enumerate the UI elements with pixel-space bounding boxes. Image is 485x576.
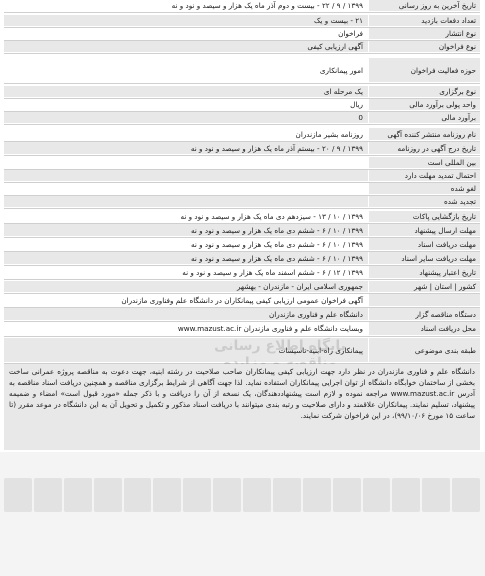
field-row: نوع انتشار فراخوان	[4, 28, 480, 39]
field-row: تاریخ بازگشایی پاکات ۱۳۹۹ / ۱۰ / ۱۳ - سیز…	[4, 211, 480, 222]
field-label: برآورد مالی	[368, 112, 480, 123]
field-row: حوزه فعالیت فراخوان امور پیمانکاری	[4, 58, 480, 82]
field-value	[4, 157, 368, 168]
field-label: حوزه فعالیت فراخوان	[368, 58, 480, 82]
field-row: برآورد مالی 0	[4, 112, 480, 123]
field-value: فراخوان	[4, 28, 368, 39]
field-row: طبقه بندی موضوعی پیمانکاری راه-ابنیه-تاسی…	[4, 338, 480, 362]
field-value: ۱۳۹۹ / ۱۲ / ۶ - ششم اسفند ماه یک هزار و …	[4, 266, 368, 278]
blurred-thumbnails	[4, 478, 480, 512]
field-row: لغو شده	[4, 183, 480, 194]
field-value: روزنامه بشیر مازندران	[4, 128, 368, 140]
field-value: امور پیمانکاری	[4, 58, 368, 82]
field-row: تاریخ اعتبار پیشنهاد ۱۳۹۹ / ۱۲ / ۶ - ششم …	[4, 266, 480, 278]
field-label: طبقه بندی موضوعی	[368, 338, 480, 362]
row-divider	[4, 83, 480, 84]
field-value: پیمانکاری راه-ابنیه-تاسیسات	[4, 338, 368, 362]
row-divider	[4, 279, 480, 280]
field-label: نوع انتشار	[368, 28, 480, 39]
field-label: تاریخ اعتبار پیشنهاد	[368, 266, 480, 278]
field-row: آگهی فراخوان عمومی ارزیابی کیفی پیمانکار…	[4, 294, 480, 306]
field-value: آگهی فراخوان عمومی ارزیابی کیفی پیمانکار…	[4, 294, 368, 306]
field-value: جمهوری اسلامی ایران - مازندران - بهشهر	[4, 281, 368, 292]
row-divider	[4, 53, 480, 54]
field-row: تاریخ آخرین به روز رسانی ۱۳۹۹ / ۹ / ۲۲ - …	[4, 0, 480, 11]
row-divider	[4, 208, 480, 209]
field-label	[368, 294, 480, 306]
field-value: ۲۱ - بیست و یک	[4, 15, 368, 26]
field-label: تجدید شده	[368, 196, 480, 207]
field-row: مهلت ارسال پیشنهاد ۱۳۹۹ / ۱۰ / ۶ - ششم دی…	[4, 224, 480, 236]
field-label: مهلت دریافت اسناد	[368, 238, 480, 250]
field-value: ۱۳۹۹ / ۱۰ / ۶ - ششم دی ماه یک هزار و سیص…	[4, 224, 368, 236]
field-row: واحد پولی برآورد مالی ریال	[4, 99, 480, 110]
field-row: تعداد دفعات بازدید ۲۱ - بیست و یک	[4, 15, 480, 26]
field-row: مهلت دریافت اسناد ۱۳۹۹ / ۱۰ / ۶ - ششم دی …	[4, 238, 480, 250]
field-label: تاریخ بازگشایی پاکات	[368, 211, 480, 222]
field-value: ۱۳۹۹ / ۱۰ / ۶ - ششم دی ماه یک هزار و سیص…	[4, 252, 368, 264]
field-value: یک مرحله ای	[4, 86, 368, 97]
field-row: نوع فراخوان آگهی ارزیابی کیفی	[4, 41, 480, 52]
field-row: تاریخ درج آگهی در روزنامه ۱۳۹۹ / ۹ / ۲۰ -…	[4, 142, 480, 154]
field-row: احتمال تمدید مهلت دارد	[4, 170, 480, 181]
field-label: دستگاه مناقصه گزار	[368, 308, 480, 320]
field-value: ۱۳۹۹ / ۹ / ۲۲ - بیست و دوم آذر ماه یک هز…	[4, 0, 368, 11]
field-value	[4, 170, 368, 181]
tender-description: دانشگاه علم و فناوری مازندران در نظر دار…	[4, 364, 480, 450]
field-row: کشور | استان | شهر جمهوری اسلامی ایران - …	[4, 281, 480, 292]
field-value: ریال	[4, 99, 368, 110]
row-divider	[4, 155, 480, 156]
field-label: بین المللی است	[368, 157, 480, 168]
row-divider	[4, 12, 480, 13]
field-label: واحد پولی برآورد مالی	[368, 99, 480, 110]
field-row: نوع برگزاری یک مرحله ای	[4, 86, 480, 97]
field-row: نام روزنامه منتشر کننده آگهی روزنامه بشیر…	[4, 128, 480, 140]
field-value: آگهی ارزیابی کیفی	[4, 41, 368, 52]
field-value	[4, 183, 368, 194]
field-label: نام روزنامه منتشر کننده آگهی	[368, 128, 480, 140]
field-label: تعداد دفعات بازدید	[368, 15, 480, 26]
row-divider	[4, 336, 480, 337]
field-label: نوع فراخوان	[368, 41, 480, 52]
field-label: مهلت دریافت سایر اسناد	[368, 252, 480, 264]
field-row: محل دریافت اسناد وبسایت دانشگاه علم و فنا…	[4, 322, 480, 335]
field-row: تجدید شده	[4, 196, 480, 207]
bottom-blurred-area	[0, 452, 485, 576]
field-label: تاریخ آخرین به روز رسانی	[368, 0, 480, 11]
field-label: محل دریافت اسناد	[368, 322, 480, 335]
field-label: مهلت ارسال پیشنهاد	[368, 224, 480, 236]
field-value: ۱۳۹۹ / ۱۰ / ۶ - ششم دی ماه یک هزار و سیص…	[4, 238, 368, 250]
field-value: دانشگاه علم و فناوری مازندران	[4, 308, 368, 320]
field-value: 0	[4, 112, 368, 123]
field-row: بین المللی است	[4, 157, 480, 168]
field-row: دستگاه مناقصه گزار دانشگاه علم و فناوری م…	[4, 308, 480, 320]
row-divider	[4, 124, 480, 125]
field-value	[4, 196, 368, 207]
field-row: مهلت دریافت سایر اسناد ۱۳۹۹ / ۱۰ / ۶ - شش…	[4, 252, 480, 264]
field-value: وبسایت دانشگاه علم و فناوری مازندران www…	[4, 322, 368, 335]
field-label: نوع برگزاری	[368, 86, 480, 97]
field-label: لغو شده	[368, 183, 480, 194]
field-value: ۱۳۹۹ / ۱۰ / ۱۳ - سیزدهم دی ماه یک هزار و…	[4, 211, 368, 222]
field-label: احتمال تمدید مهلت دارد	[368, 170, 480, 181]
field-label: کشور | استان | شهر	[368, 281, 480, 292]
field-value: ۱۳۹۹ / ۹ / ۲۰ - بیستم آذر ماه یک هزار و …	[4, 142, 368, 154]
field-label: تاریخ درج آگهی در روزنامه	[368, 142, 480, 154]
